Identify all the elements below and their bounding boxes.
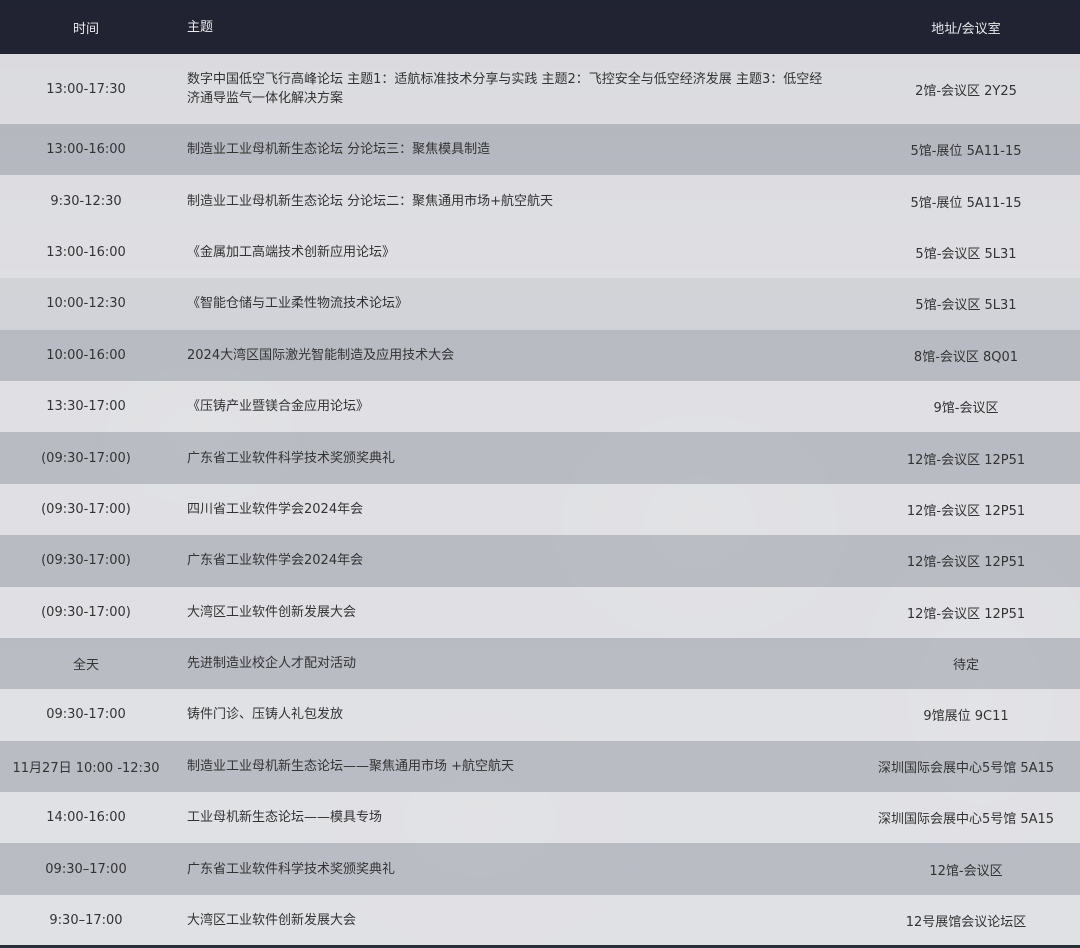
row-location: 深圳国际会展中心5号馆 5A15 [877, 812, 1055, 828]
schedule-table: 时间 主题 地址/会议室 13:00-17:30 数字中国低空飞行高峰论坛 主题… [0, 0, 1080, 947]
row-time: 13:00-16:00 [46, 244, 126, 260]
row-topic: 制造业工业母机新生态论坛——聚焦通用市场 +航空航天 [187, 758, 515, 774]
row-time: 11月27日 10:00 -12:30 [12, 760, 160, 776]
table-row: 13:00-16:00 制造业工业母机新生态论坛 分论坛三：聚焦模具制造 5馆-… [0, 124, 1080, 176]
row-time: 14:00-16:00 [46, 810, 126, 826]
row-location: 12馆-会议区 [929, 863, 1003, 879]
row-topic: 广东省工业软件学会2024年会 [187, 553, 364, 569]
row-location: 5馆-展位 5A11-15 [910, 144, 1022, 160]
row-topic: 广东省工业软件科学技术奖颁奖典礼 [187, 861, 396, 877]
row-location: 5馆-会议区 5L31 [915, 298, 1017, 314]
row-location: 5馆-会议区 5L31 [915, 246, 1017, 262]
table-header: 时间 主题 地址/会议室 [0, 0, 1080, 54]
row-location: 9馆展位 9C11 [923, 709, 1009, 725]
row-time: (09:30-17:00) [41, 604, 131, 620]
row-topic: 制造业工业母机新生态论坛 分论坛三：聚焦模具制造 [187, 142, 491, 158]
table-row: (09:30-17:00) 四川省工业软件学会2024年会 12馆-会议区 12… [0, 483, 1080, 536]
table-row: 9:30-12:30 制造业工业母机新生态论坛 分论坛二：聚焦通用市场+航空航天… [0, 175, 1080, 227]
row-location: 12号展馆会议论坛区 [905, 915, 1027, 931]
table-row: 13:30-17:00 《压铸产业暨镁合金应用论坛》 9馆-会议区 [0, 380, 1080, 433]
table-row: 13:00-17:30 数字中国低空飞行高峰论坛 主题1：适航标准技术分享与实践… [0, 54, 1080, 124]
table-row: (09:30-17:00) 广东省工业软件科学技术奖颁奖典礼 12馆-会议区 1… [0, 432, 1080, 484]
row-location: 2馆-会议区 2Y25 [915, 83, 1017, 99]
table-row: 9:30–17:00 大湾区工业软件创新发展大会 12号展馆会议论坛区 [0, 894, 1080, 947]
row-location: 8馆-会议区 8Q01 [913, 349, 1019, 365]
row-location: 12馆-会议区 12P51 [906, 606, 1026, 622]
row-topic: 大湾区工业软件创新发展大会 [187, 913, 357, 929]
row-location: 12馆-会议区 12P51 [906, 452, 1026, 468]
row-time: (09:30-17:00) [41, 501, 131, 517]
table-row: 10:00-16:00 2024大湾区国际激光智能制造及应用技术大会 8馆-会议… [0, 329, 1080, 381]
row-topic: 广东省工业软件科学技术奖颁奖典礼 [187, 450, 396, 466]
row-location: 12馆-会议区 12P51 [906, 555, 1026, 571]
row-topic: 数字中国低空飞行高峰论坛 主题1：适航标准技术分享与实践 主题2：飞控安全与低空… [187, 72, 823, 106]
row-topic: 铸件门诊、压铸人礼包发放 [187, 707, 344, 723]
table-row: 09:30–17:00 广东省工业软件科学技术奖颁奖典礼 12馆-会议区 [0, 843, 1080, 895]
row-location: 12馆-会议区 12P51 [906, 503, 1026, 519]
row-topic: 先进制造业校企人才配对活动 [187, 656, 357, 672]
row-time: (09:30-17:00) [41, 450, 131, 466]
table-row: 13:00-16:00 《金属加工高端技术创新应用论坛》 5馆-会议区 5L31 [0, 226, 1080, 279]
row-time: 13:30-17:00 [46, 399, 126, 415]
row-time: 9:30–17:00 [49, 913, 123, 929]
row-location: 深圳国际会展中心5号馆 5A15 [877, 760, 1055, 776]
row-topic: 大湾区工业软件创新发展大会 [187, 604, 357, 620]
row-topic: 《金属加工高端技术创新应用论坛》 [187, 244, 396, 260]
row-topic: 四川省工业软件学会2024年会 [187, 501, 364, 517]
table-row: 09:30-17:00 铸件门诊、压铸人礼包发放 9馆展位 9C11 [0, 689, 1080, 741]
table-row: 11月27日 10:00 -12:30 制造业工业母机新生态论坛——聚焦通用市场… [0, 740, 1080, 793]
table-row: 全天 先进制造业校企人才配对活动 待定 [0, 637, 1080, 690]
row-topic: 2024大湾区国际激光智能制造及应用技术大会 [187, 347, 455, 363]
row-location: 9馆-会议区 [933, 401, 999, 417]
row-time: 09:30-17:00 [46, 707, 126, 723]
table-row: 10:00-12:30 《智能仓储与工业柔性物流技术论坛》 5馆-会议区 5L3… [0, 278, 1080, 330]
table-row: (09:30-17:00) 大湾区工业软件创新发展大会 12馆-会议区 12P5… [0, 586, 1080, 638]
row-time: 10:00-12:30 [46, 296, 126, 312]
header-location: 地址/会议室 [931, 21, 1001, 37]
row-location: 5馆-展位 5A11-15 [910, 195, 1022, 211]
row-topic: 《压铸产业暨镁合金应用论坛》 [187, 399, 370, 415]
row-topic: 制造业工业母机新生态论坛 分论坛二：聚焦通用市场+航空航天 [187, 193, 554, 209]
row-topic: 工业母机新生态论坛——模具专场 [187, 810, 383, 826]
row-time: 全天 [72, 658, 99, 674]
row-time: 9:30-12:30 [50, 193, 122, 209]
row-time: 10:00-16:00 [46, 347, 126, 363]
row-location: 待定 [952, 658, 979, 674]
header-topic: 主题 [187, 19, 214, 35]
header-time: 时间 [72, 21, 99, 37]
row-time: 09:30–17:00 [45, 861, 127, 877]
row-topic: 《智能仓储与工业柔性物流技术论坛》 [187, 296, 409, 312]
table-row: (09:30-17:00) 广东省工业软件学会2024年会 12馆-会议区 12… [0, 535, 1080, 587]
row-time: 13:00-17:30 [46, 81, 126, 97]
row-time: (09:30-17:00) [41, 553, 131, 569]
row-time: 13:00-16:00 [46, 142, 126, 158]
table-row: 14:00-16:00 工业母机新生态论坛——模具专场 深圳国际会展中心5号馆 … [0, 792, 1080, 844]
